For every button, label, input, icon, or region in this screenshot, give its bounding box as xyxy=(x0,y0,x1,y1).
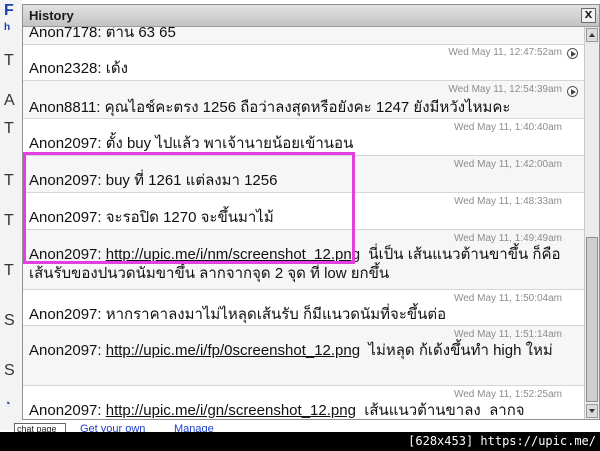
message-link[interactable]: http://upic.me/i/fp/0screenshot_12.png xyxy=(106,342,360,359)
background-page-left: F h T A T T T T S S ◔ xyxy=(0,0,22,430)
background-glyph: S xyxy=(4,312,15,329)
message-timestamp: Wed May 11, 12:54:39am xyxy=(448,84,562,95)
background-glyph: T xyxy=(4,262,14,279)
background-glyph: T xyxy=(4,212,14,229)
message-text: Anon2097: ตั้ง buy ไปแล้ว พาเจ้านายน้อยเ… xyxy=(29,135,354,152)
background-glyph: T xyxy=(4,120,14,137)
message-text: Anon7178: ต่าน 63 65 xyxy=(29,27,176,41)
background-glyph: S xyxy=(4,362,15,379)
message-row: Wed May 11, 1:52:25am Anon2097: http://u… xyxy=(23,386,584,419)
message-text: Anon2097: http://upic.me/i/nm/screenshot… xyxy=(29,245,569,283)
message-timestamp: Wed May 11, 1:50:04am xyxy=(453,293,562,304)
background-glyph: F xyxy=(4,2,14,19)
history-window: History X Anon7178: ต่าน 63 65 Wed May 1… xyxy=(22,4,600,420)
close-button[interactable]: X xyxy=(581,8,596,23)
message-row: Wed May 11, 1:48:33am Anon2097: จะรอปิด … xyxy=(23,193,584,230)
scroll-down-arrow-icon[interactable] xyxy=(586,404,598,418)
message-row: Wed May 11, 1:42:00am Anon2097: buy ที่ … xyxy=(23,156,584,193)
image-footer: [628x453] https://upic.me/ xyxy=(0,432,600,451)
message-text: Anon2097: http://upic.me/i/gn/screenshot… xyxy=(29,401,569,419)
message-body: ไม่หลุด ก้เด้งขึ้นทำ high ใหม่ xyxy=(360,342,553,359)
vertical-scrollbar[interactable] xyxy=(584,27,599,419)
background-glyph: T xyxy=(4,172,14,189)
background-glyph: h xyxy=(4,22,11,33)
message-text: Anon2328: เด้ง xyxy=(29,60,128,77)
play-icon[interactable] xyxy=(567,86,578,97)
background-glyph: ◔ xyxy=(4,398,11,410)
message-timestamp: Wed May 11, 1:49:49am xyxy=(453,233,562,244)
message-row: Wed May 11, 12:47:52am Anon2328: เด้ง xyxy=(23,45,584,81)
play-icon[interactable] xyxy=(567,48,578,59)
message-sender: Anon2097: xyxy=(29,342,106,359)
message-row: Wed May 11, 1:51:14am Anon2097: http://u… xyxy=(23,326,584,386)
message-text: Anon2097: หากราคาลงมาไม่ไหลุดเส้นรับ ก็ม… xyxy=(29,306,447,323)
message-timestamp: Wed May 11, 1:51:14am xyxy=(453,329,562,340)
window-title: History xyxy=(29,8,74,23)
message-row: Wed May 11, 1:40:40am Anon2097: ตั้ง buy… xyxy=(23,119,584,156)
message-timestamp: Wed May 11, 1:52:25am xyxy=(453,389,562,400)
footer-caption: [628x453] https://upic.me/ xyxy=(408,434,596,448)
message-text: Anon2097: http://upic.me/i/fp/0screensho… xyxy=(29,341,569,360)
message-timestamp: Wed May 11, 1:42:00am xyxy=(453,159,562,170)
background-glyph: T xyxy=(4,52,14,69)
message-timestamp: Wed May 11, 1:48:33am xyxy=(453,196,562,207)
message-row: Anon7178: ต่าน 63 65 xyxy=(23,27,584,45)
message-text: Anon2097: จะรอปิด 1270 จะขึ้นมาไม้ xyxy=(29,209,274,226)
message-sender: Anon2097: xyxy=(29,246,106,263)
scroll-up-arrow-icon[interactable] xyxy=(586,28,598,42)
scrollbar-thumb[interactable] xyxy=(586,237,598,402)
message-row: Wed May 11, 1:50:04am Anon2097: หากราคาล… xyxy=(23,290,584,326)
background-glyph: A xyxy=(4,92,15,109)
message-list[interactable]: Anon7178: ต่าน 63 65 Wed May 11, 12:47:5… xyxy=(23,27,584,419)
message-row: Wed May 11, 12:54:39am Anon8811: คุณไอช์… xyxy=(23,81,584,119)
message-text: Anon2097: buy ที่ 1261 แต่ลงมา 1256 xyxy=(29,172,278,189)
history-titlebar[interactable]: History X xyxy=(23,5,599,27)
message-link[interactable]: http://upic.me/i/gn/screenshot_12.png xyxy=(106,402,356,419)
message-row: Wed May 11, 1:49:49am Anon2097: http://u… xyxy=(23,230,584,290)
message-timestamp: Wed May 11, 12:47:52am xyxy=(448,47,562,58)
message-link[interactable]: http://upic.me/i/nm/screenshot_12.png xyxy=(106,246,360,263)
message-timestamp: Wed May 11, 1:40:40am xyxy=(453,122,562,133)
message-text: Anon8811: คุณไอช์คะตรง 1256 ถือว่าลงสุดห… xyxy=(29,99,511,116)
message-body: เส้นแนวต้านขาลง ลากจ xyxy=(355,402,525,419)
message-sender: Anon2097: xyxy=(29,402,106,419)
